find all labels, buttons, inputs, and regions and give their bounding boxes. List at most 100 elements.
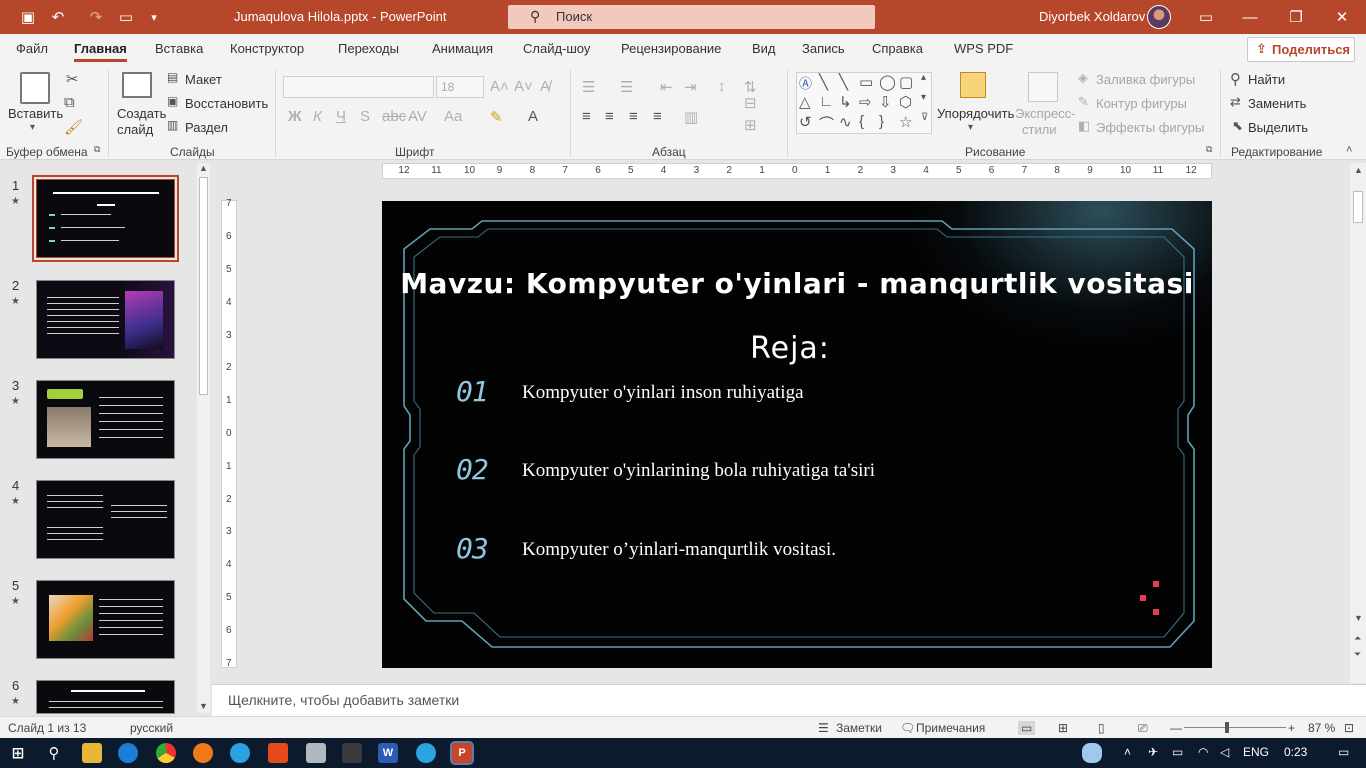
tab-review[interactable]: Рецензирование (621, 41, 721, 56)
rounded-rect-shape-icon[interactable]: ▢ (899, 73, 913, 91)
close-icon[interactable]: ✕ (1332, 7, 1352, 27)
item-number[interactable]: 03 (456, 532, 489, 565)
item-text[interactable]: Kompyuter o'yinlari inson ruhiyatiga (522, 382, 804, 404)
maximize-icon[interactable]: ❐ (1286, 7, 1306, 27)
arrange-dropdown-icon[interactable]: ▾ (968, 122, 973, 133)
flowchart-shape-icon[interactable]: ⬡ (899, 93, 912, 111)
oval-shape-icon[interactable]: ◯ (879, 73, 896, 91)
tab-help[interactable]: Справка (872, 41, 923, 56)
grow-font-icon[interactable]: A˄ (490, 78, 509, 95)
paste-button[interactable]: Вставить (8, 106, 63, 121)
bullets-icon[interactable]: ☰ (582, 78, 595, 96)
edge-icon[interactable] (118, 743, 138, 763)
underline-icon[interactable]: Ч (336, 108, 346, 125)
tab-view[interactable]: Вид (752, 41, 776, 56)
notes-pane[interactable]: Щелкните, чтобы добавить заметки (212, 684, 1366, 716)
new-slide-icon[interactable] (122, 72, 152, 98)
gallery-scroll-up-icon[interactable]: ▴ (921, 72, 926, 83)
scroll-up-icon[interactable]: ▲ (1354, 165, 1363, 175)
search-input[interactable]: ⚲ Поиск (508, 5, 875, 29)
shape-outline-button[interactable]: Контур фигуры (1096, 96, 1187, 111)
customize-toolbar-icon[interactable]: ▾ (144, 7, 164, 27)
bold-icon[interactable]: Ж (288, 108, 302, 125)
columns-icon[interactable]: ▥ (684, 108, 698, 126)
comments-toggle[interactable]: Примечания (916, 721, 985, 735)
textbox-shape-icon[interactable]: Ⓐ (799, 73, 812, 92)
scroll-thumb[interactable] (199, 177, 208, 395)
new-slide-label[interactable]: слайд (117, 122, 153, 137)
numbering-icon[interactable]: ☰ (620, 78, 633, 96)
thumbnail-scrollbar[interactable]: ▲ ▼ (197, 163, 210, 713)
change-case-icon[interactable]: Aa (444, 108, 462, 125)
brace-left-shape-icon[interactable]: { (859, 113, 864, 130)
telegram-icon[interactable] (230, 743, 250, 763)
slide-thumbnail-3[interactable] (36, 380, 175, 459)
slide-title[interactable]: Mavzu: Kompyuter o'yinlari - manqurtlik … (382, 267, 1212, 300)
zoom-out-icon[interactable]: — (1170, 721, 1182, 735)
slide-sorter-icon[interactable]: ⊞ (1058, 721, 1068, 735)
section-button[interactable]: Раздел (185, 120, 228, 135)
word-icon[interactable]: W (378, 743, 398, 763)
input-language[interactable]: ENG (1243, 745, 1269, 759)
slide-thumbnail-4[interactable] (36, 480, 175, 559)
star-shape-icon[interactable]: ☆ (899, 113, 912, 131)
ribbon-display-options-icon[interactable]: ▭ (1196, 7, 1216, 27)
char-spacing-icon[interactable]: AV (408, 108, 427, 125)
save-icon[interactable]: ▣ (18, 7, 38, 27)
reset-button[interactable]: Восстановить (185, 96, 268, 111)
font-color-icon[interactable]: A (528, 108, 538, 125)
elbow-shape-icon[interactable]: ↳ (839, 93, 852, 111)
scroll-down-icon[interactable]: ▼ (1354, 613, 1363, 623)
windows-start-icon[interactable]: ⊞ (8, 743, 28, 763)
user-name[interactable]: Diyorbek Xoldarov (1039, 9, 1145, 24)
fit-slide-icon[interactable]: ⊡ (1344, 721, 1354, 735)
select-button[interactable]: Выделить (1248, 120, 1308, 135)
search-icon[interactable]: ⚲ (44, 743, 64, 763)
minimize-icon[interactable]: — (1240, 7, 1260, 27)
file-explorer-icon[interactable] (82, 743, 102, 763)
tab-record[interactable]: Запись (802, 41, 845, 56)
paste-dropdown-icon[interactable]: ▾ (30, 122, 35, 133)
item-number[interactable]: 01 (456, 375, 489, 408)
highlight-icon[interactable]: ✎ (490, 108, 503, 126)
shapes-gallery[interactable]: Ⓐ ╲ ╲ ▭ ◯ ▢ △ ∟ ↳ ⇨ ⇩ ⬡ ↺ ⌒ ∿ { } ☆ (796, 72, 932, 134)
align-center-icon[interactable]: ≡ (605, 108, 614, 125)
align-text-icon[interactable]: ⊟ (744, 94, 757, 112)
connector-shape-icon[interactable]: ∟ (819, 93, 834, 110)
new-slide-button[interactable]: Создать (117, 106, 166, 121)
previous-slide-icon[interactable]: ⏶ (1354, 633, 1361, 644)
share-button[interactable]: ⇪ Поделиться (1247, 37, 1355, 62)
brace-right-shape-icon[interactable]: } (879, 113, 884, 130)
telegram-tray-icon[interactable]: ✈ (1148, 745, 1158, 759)
wifi-icon[interactable]: ◠ (1198, 745, 1208, 759)
arrange-button[interactable]: Упорядочить (937, 106, 1014, 121)
shape-fill-button[interactable]: Заливка фигуры (1096, 72, 1195, 87)
quick-styles-label[interactable]: стили (1022, 122, 1057, 137)
slide-thumbnails-pane[interactable]: 1 ★ 2 ★ 3 ★ 4 ★ 5 ★ 6 ★ (0, 160, 212, 715)
cut-icon[interactable]: ✂ (66, 70, 79, 88)
tab-slideshow[interactable]: Слайд-шоу (523, 41, 590, 56)
justify-icon[interactable]: ≡ (653, 108, 662, 125)
line-shape-icon[interactable]: ╲ (839, 73, 848, 91)
replace-button[interactable]: Заменить (1248, 96, 1306, 111)
arc-shape-icon[interactable]: ⌒ (819, 113, 834, 134)
shape-effects-button[interactable]: Эффекты фигуры (1096, 120, 1204, 135)
horizontal-ruler[interactable]: 12 11 10 9 8 7 6 5 4 3 2 1 0 1 2 3 4 5 6 7 8 9 10 11 12 (382, 163, 1212, 179)
paste-icon[interactable] (20, 72, 50, 104)
avatar[interactable] (1147, 5, 1171, 29)
format-painter-icon[interactable]: 🖌 (64, 118, 83, 136)
find-button[interactable]: Найти (1248, 72, 1285, 87)
settings-app-icon[interactable] (306, 743, 326, 763)
language-indicator[interactable]: русский (130, 721, 173, 735)
clipboard-launcher-icon[interactable]: ⧉ (94, 144, 100, 155)
scroll-thumb[interactable] (1353, 191, 1363, 223)
align-right-icon[interactable]: ≡ (629, 108, 638, 125)
powerpoint-icon[interactable]: P (450, 741, 474, 765)
copy-icon[interactable]: ⧉ (64, 94, 75, 111)
chrome-icon[interactable] (156, 743, 176, 763)
shrink-font-icon[interactable]: A˅ (514, 78, 533, 95)
layout-button[interactable]: Макет (185, 72, 222, 87)
line-shape-icon[interactable]: ╲ (819, 73, 828, 91)
calculator-icon[interactable] (342, 743, 362, 763)
shadow-icon[interactable]: S (360, 108, 370, 125)
